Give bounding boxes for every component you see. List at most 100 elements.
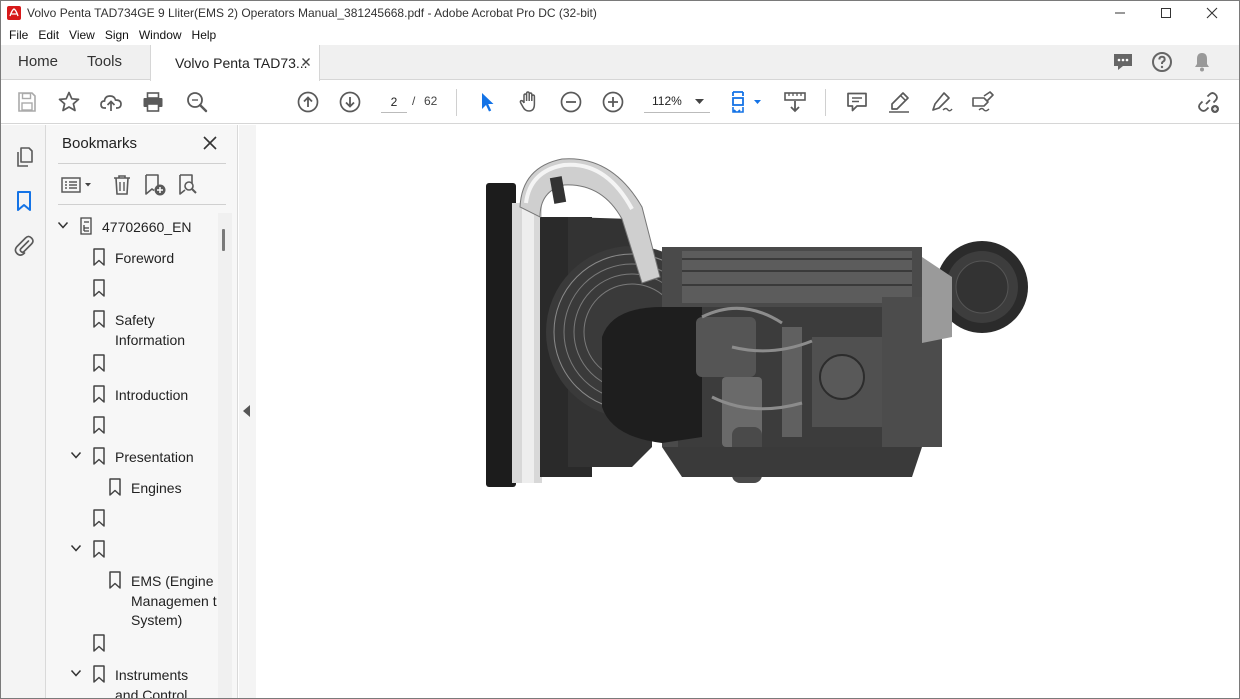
scrollbar-thumb[interactable]: [222, 229, 225, 251]
minimize-button[interactable]: [1097, 1, 1143, 25]
star-icon: [58, 91, 80, 112]
tab-document[interactable]: Volvo Penta TAD73...: [150, 45, 320, 81]
close-tab-icon[interactable]: [299, 55, 313, 69]
search-zoom-icon: [187, 92, 208, 113]
tab-tools[interactable]: Tools: [87, 45, 122, 80]
print-button[interactable]: [141, 90, 165, 114]
new-bookmark-icon: [145, 174, 166, 196]
zoom-in-button[interactable]: [601, 90, 625, 114]
new-bookmark-button[interactable]: [142, 173, 168, 197]
collapse-arrow-icon: [243, 405, 250, 417]
save-icon: [18, 92, 36, 112]
bookmark-icon[interactable]: [12, 189, 36, 213]
bookmark-icon: [93, 509, 105, 527]
cloud-upload-icon: [100, 95, 122, 111]
scroll-mode-icon: [784, 92, 806, 113]
scroll-mode-button[interactable]: [783, 90, 807, 114]
bookmark-icon: [93, 447, 105, 465]
panel-divider: [58, 204, 226, 205]
menu-sign[interactable]: Sign: [100, 28, 134, 42]
close-panel-icon[interactable]: [202, 135, 218, 151]
notification-bell-icon[interactable]: [1190, 50, 1214, 74]
hand-tool-button[interactable]: [517, 90, 541, 114]
toolbar-divider: [456, 89, 457, 116]
chevron-down-icon[interactable]: [57, 219, 69, 231]
bookmark-item[interactable]: EMS (Engine Managemen t System): [46, 569, 224, 629]
acrobat-icon: [7, 6, 21, 20]
maximize-button[interactable]: [1143, 1, 1189, 25]
tab-home[interactable]: Home: [18, 45, 58, 80]
sign-icon: [972, 91, 994, 112]
highlight-button[interactable]: [887, 90, 911, 114]
comments-icon[interactable]: [1111, 50, 1135, 74]
page-separator: /: [412, 94, 416, 108]
close-window-button[interactable]: [1189, 1, 1235, 25]
help-icon[interactable]: [1150, 50, 1174, 74]
menu-file[interactable]: File: [4, 28, 33, 42]
menu-view[interactable]: View: [64, 28, 100, 42]
find-button[interactable]: [185, 90, 209, 114]
chevron-down-icon[interactable]: [70, 667, 82, 679]
tab-document-label: Volvo Penta TAD73...: [175, 55, 308, 71]
sign-button[interactable]: [971, 90, 995, 114]
panel-divider: [58, 163, 226, 164]
bookmarks-panel: Bookmarks 47702660_EN Foreword Safety In…: [46, 125, 238, 698]
share-link-icon: [1198, 92, 1219, 113]
select-tool-button[interactable]: [475, 90, 499, 114]
document-view[interactable]: [256, 125, 1239, 698]
comment-button[interactable]: [845, 90, 869, 114]
zoom-out-icon: [560, 91, 582, 113]
tab-bar: Home Tools Volvo Penta TAD73...: [1, 45, 1239, 81]
pages-icon[interactable]: [12, 145, 36, 169]
panel-title: Bookmarks: [62, 135, 138, 152]
share-link-button[interactable]: [1196, 90, 1220, 114]
window-title: Volvo Penta TAD734GE 9 Lliter(EMS 2) Ope…: [27, 6, 597, 20]
panel-collapse-handle[interactable]: [239, 125, 256, 698]
toolbar-divider: [825, 89, 826, 116]
find-bookmark-icon: [179, 174, 197, 195]
bookmark-label: Presentation: [115, 449, 194, 465]
chevron-down-icon[interactable]: [70, 542, 82, 554]
title-bar: Volvo Penta TAD734GE 9 Lliter(EMS 2) Ope…: [1, 1, 1239, 25]
find-bookmark-button[interactable]: [176, 173, 202, 197]
main-toolbar: / 62 112%: [1, 81, 1239, 124]
chevron-down-icon[interactable]: [70, 449, 82, 461]
bookmark-tools: [46, 171, 238, 201]
options-menu-button[interactable]: [60, 173, 96, 197]
menu-bar: File Edit View Sign Window Help: [1, 25, 1239, 45]
minimize-icon: [1115, 12, 1125, 14]
bookmark-label: Safety Information: [115, 312, 186, 348]
delete-bookmark-button[interactable]: [110, 173, 134, 197]
bookmark-label: EMS (Engine Managemen t System): [131, 573, 217, 628]
attachment-icon[interactable]: [12, 233, 36, 257]
highlight-pen-icon: [889, 92, 909, 113]
page-view-icon: [732, 91, 761, 113]
draw-button[interactable]: [929, 90, 953, 114]
page-view-button[interactable]: [729, 90, 765, 114]
close-icon: [1206, 7, 1218, 19]
menu-edit[interactable]: Edit: [33, 28, 64, 42]
bookmark-icon: [93, 248, 105, 266]
bookmark-icon: [109, 478, 121, 496]
zoom-out-button[interactable]: [559, 90, 583, 114]
page-total: 62: [424, 94, 438, 108]
bookmark-scrollbar[interactable]: [218, 213, 232, 698]
options-list-icon: [61, 177, 91, 193]
engine-image: [486, 158, 1028, 487]
bookmark-star-button[interactable]: [57, 90, 81, 114]
maximize-icon: [1161, 8, 1171, 18]
menu-window[interactable]: Window: [134, 28, 187, 42]
navigation-rail: [1, 125, 46, 698]
page-down-icon: [339, 91, 361, 113]
hand-icon: [519, 91, 536, 112]
zoom-level-select[interactable]: 112%: [644, 92, 710, 113]
save-button[interactable]: [15, 90, 39, 114]
chevron-down-icon: [695, 99, 704, 104]
previous-page-button[interactable]: [296, 90, 320, 114]
bookmark-item[interactable]: Instruments and Control: [46, 663, 224, 698]
menu-help[interactable]: Help: [187, 28, 222, 42]
next-page-button[interactable]: [338, 90, 362, 114]
upload-button[interactable]: [99, 90, 123, 114]
document-tree-icon: [80, 217, 92, 235]
page-number-input[interactable]: [381, 92, 407, 113]
